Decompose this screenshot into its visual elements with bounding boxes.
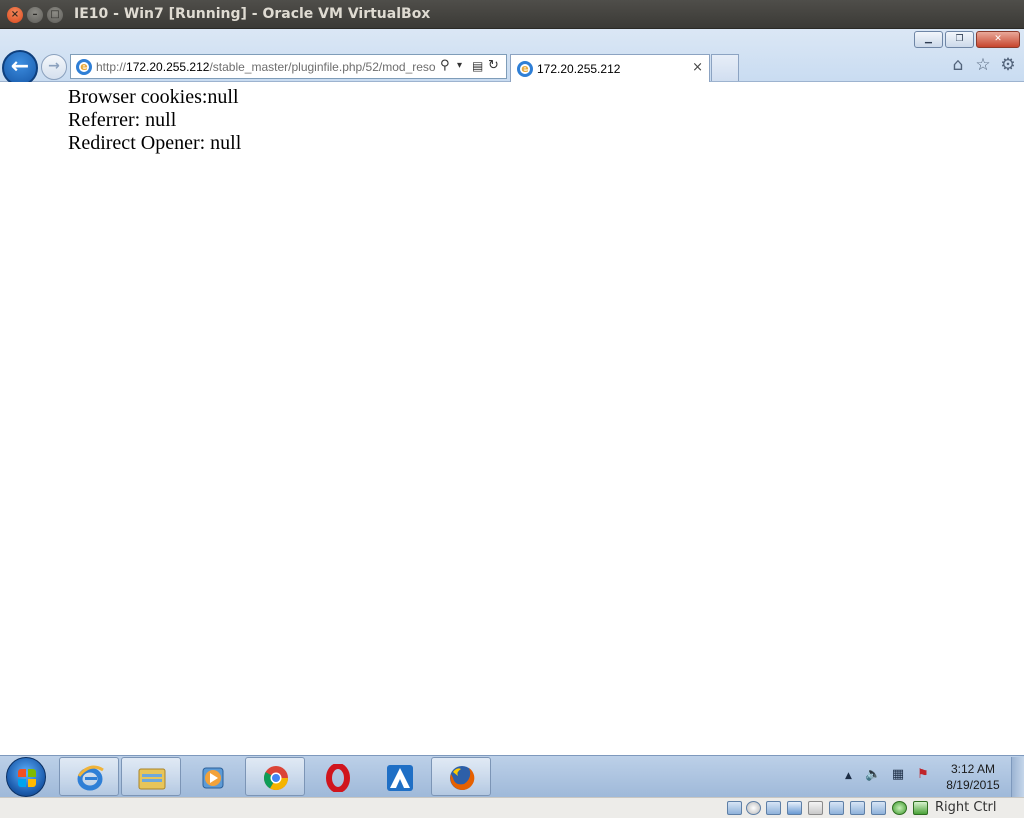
- optical-drive-icon[interactable]: [746, 801, 761, 815]
- firefox-icon: [450, 766, 475, 790]
- browser-minimize-button[interactable]: ▁: [914, 31, 943, 48]
- taskbar-internet-explorer[interactable]: [59, 757, 119, 796]
- tab-active[interactable]: e 172.20.255.212 ×: [510, 54, 710, 82]
- url-path: /stable_master/pluginfile.php/52/mod_res…: [209, 60, 436, 74]
- show-desktop-button[interactable]: [1011, 757, 1024, 797]
- ie-page-icon: e: [76, 59, 92, 75]
- page-text: Browser cookies:null Referrer: null Redi…: [68, 86, 241, 155]
- mouse-integration-icon[interactable]: [892, 801, 907, 815]
- taskbar-chrome[interactable]: [245, 757, 305, 796]
- tray-overflow-icon[interactable]: ▲: [845, 771, 852, 781]
- forward-button[interactable]: →: [41, 54, 67, 80]
- network-adapter-icon[interactable]: [787, 801, 802, 815]
- redirect-opener-line: Redirect Opener: null: [68, 132, 242, 154]
- folder-icon: [138, 768, 166, 790]
- tab-close-icon[interactable]: ×: [692, 60, 703, 75]
- virtualbox-status-bar: Right Ctrl: [0, 797, 1024, 818]
- clock-date: 8/19/2015: [946, 778, 1000, 792]
- browser-restore-button[interactable]: ❐: [945, 31, 974, 48]
- referrer-line: Referrer: null: [68, 109, 177, 131]
- virtualization-icon[interactable]: [871, 801, 886, 815]
- host-key-label: Right Ctrl: [935, 800, 997, 815]
- address-dropdown-icon[interactable]: ▾: [457, 58, 462, 74]
- tab-favicon-icon: e: [517, 61, 533, 77]
- chrome-icon: [263, 766, 288, 791]
- action-center-flag-icon[interactable]: ⚑: [915, 767, 931, 783]
- volume-icon[interactable]: 🔈: [865, 767, 881, 783]
- browser-cookies-line: Browser cookies:null: [68, 86, 239, 108]
- page-content: Browser cookies:null Referrer: null Redi…: [0, 82, 1024, 755]
- taskbar-windows-explorer[interactable]: [121, 757, 181, 796]
- browser-window-controls: ▁ ❐ ✕: [912, 31, 1020, 49]
- url-scheme: http://: [96, 60, 127, 74]
- host-close-button[interactable]: ×: [7, 7, 23, 23]
- start-button[interactable]: [6, 757, 46, 797]
- host-minimize-button[interactable]: –: [27, 7, 43, 23]
- home-icon[interactable]: ⌂: [948, 55, 968, 75]
- clock-time: 3:12 AM: [950, 762, 996, 776]
- media-player-icon: [202, 767, 224, 789]
- host-window-title: IE10 - Win7 [Running] - Oracle VM Virtua…: [74, 6, 431, 22]
- refresh-icon[interactable]: ↻: [488, 58, 499, 74]
- url-host: 172.20.255.212: [126, 60, 210, 74]
- host-maximize-button[interactable]: □: [47, 7, 63, 23]
- taskbar-media-player[interactable]: [183, 757, 243, 796]
- search-icon[interactable]: ⚲: [440, 58, 450, 74]
- back-button[interactable]: ←: [2, 50, 38, 86]
- taskbar: ▲ 🔈 ▦ ⚑ 3:12 AM 8/19/2015: [0, 755, 1024, 797]
- browser-chrome: ▁ ❐ ✕ ← → e http://172.20.255.212/stable…: [0, 29, 1024, 86]
- arora-icon: [387, 765, 413, 791]
- tab-title: 172.20.255.212: [537, 62, 621, 76]
- taskbar-opera[interactable]: [307, 757, 367, 796]
- taskbar-clock[interactable]: 3:12 AM 8/19/2015: [938, 761, 1008, 793]
- taskbar-firefox[interactable]: [431, 757, 491, 796]
- tools-gear-icon[interactable]: ⚙: [998, 55, 1018, 75]
- shared-folders-icon[interactable]: [808, 801, 823, 815]
- hard-disk-icon[interactable]: [727, 801, 742, 815]
- taskbar-arora[interactable]: [369, 757, 429, 796]
- address-url[interactable]: http://172.20.255.212/stable_master/plug…: [96, 60, 436, 74]
- usb-icon[interactable]: [766, 801, 781, 815]
- browser-close-button[interactable]: ✕: [976, 31, 1020, 48]
- compatibility-view-icon[interactable]: ▤: [472, 58, 483, 74]
- keyboard-capture-icon[interactable]: [913, 801, 928, 815]
- address-bar[interactable]: e http://172.20.255.212/stable_master/pl…: [70, 54, 507, 79]
- display-icon[interactable]: [829, 801, 844, 815]
- opera-icon: [326, 764, 350, 792]
- windows-logo-icon: [18, 769, 36, 787]
- video-capture-icon[interactable]: [850, 801, 865, 815]
- network-icon[interactable]: ▦: [890, 767, 906, 783]
- favorites-icon[interactable]: ☆: [973, 55, 993, 75]
- internet-explorer-icon: [77, 765, 104, 791]
- host-window-titlebar: × – □ IE10 - Win7 [Running] - Oracle VM …: [0, 0, 1024, 29]
- new-tab-button[interactable]: [711, 54, 739, 81]
